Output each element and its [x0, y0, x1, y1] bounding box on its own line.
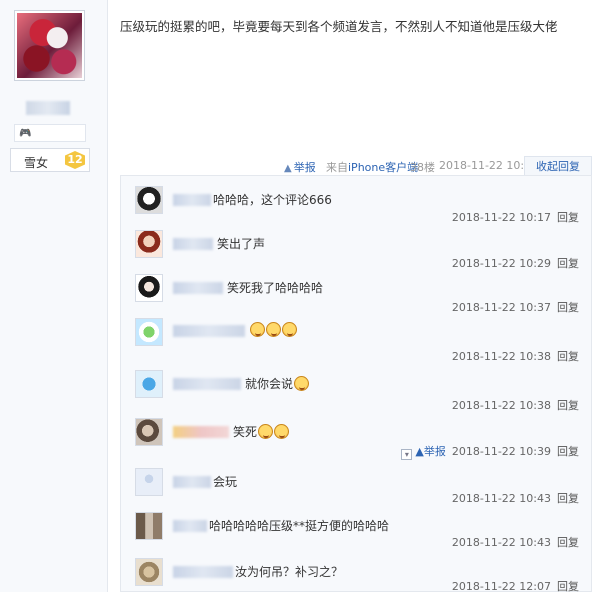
reply-avatar[interactable] — [135, 512, 163, 540]
reply-meta: 2018-11-22 12:07 回复 — [452, 578, 579, 592]
reply-content: 汝为何吊？补习之？ — [235, 565, 344, 579]
floor-number: 38楼 — [410, 161, 435, 174]
reply-content: 笑出了声 — [217, 237, 266, 251]
reply-content: 就你会说 — [245, 375, 310, 392]
author-avatar[interactable] — [14, 10, 85, 81]
reply-button[interactable]: 回复 — [557, 445, 579, 458]
reply-item: 哈哈哈哈哈压级**挺方便的哈哈哈 2018-11-22 10:43 回复 — [121, 502, 593, 549]
reply-username-blurred[interactable] — [173, 566, 233, 578]
report-link[interactable]: ▲ 举报 — [284, 159, 316, 175]
reply-username-blurred[interactable] — [173, 282, 223, 294]
level-box[interactable]: 雪女 12 — [10, 148, 90, 172]
reply-content: 笑死 — [233, 423, 290, 440]
reply-item: 笑死我了哈哈哈哈 2018-11-22 10:37 回复 — [121, 264, 593, 314]
report-label: 举报 — [293, 161, 316, 174]
reply-username-blurred[interactable] — [173, 520, 207, 532]
reply-item: 2018-11-22 10:38 回复 — [121, 308, 593, 363]
emoji-icon — [266, 322, 281, 337]
reply-avatar[interactable] — [135, 468, 163, 496]
reply-text: 就你会说 — [245, 377, 294, 391]
author-badge-box: 🎮 — [14, 124, 86, 142]
reply-avatar[interactable] — [135, 370, 163, 398]
emoji-icon — [258, 424, 274, 439]
emoji-icon — [294, 376, 310, 391]
emoji-icon — [282, 322, 297, 337]
reply-time: 2018-11-22 10:39 — [451, 445, 551, 458]
post-source: 来自iPhone客户端 — [326, 159, 418, 175]
fire-badge-icon[interactable]: 🎮 — [19, 128, 31, 139]
reply-emojis — [249, 322, 297, 337]
reply-item: 会玩 2018-11-22 10:43 回复 — [121, 458, 593, 505]
emoji-icon — [274, 424, 290, 439]
reply-list: 哈哈哈，这个评论666 2018-11-22 10:17 回复 笑出了声 2018… — [120, 175, 592, 592]
level-title: 雪女 — [24, 156, 49, 170]
reply-time: 2018-11-22 12:07 — [451, 580, 551, 592]
reply-item: 哈哈哈，这个评论666 2018-11-22 10:17 回复 — [121, 176, 593, 224]
reply-text: 笑死 — [233, 425, 258, 439]
reply-content: 哈哈哈，这个评论666 — [213, 193, 332, 207]
anime-avatar-image — [17, 13, 82, 78]
reply-item: 就你会说 2018-11-22 10:38 回复 — [121, 360, 593, 412]
reply-username-blurred[interactable] — [173, 476, 211, 488]
reply-username-blurred[interactable] — [173, 238, 213, 250]
reply-item: 笑出了声 2018-11-22 10:29 回复 — [121, 220, 593, 270]
reply-username-blurred[interactable] — [173, 426, 229, 438]
reply-avatar[interactable] — [135, 558, 163, 586]
report-label: 举报 — [423, 445, 446, 458]
reply-report-link[interactable]: ▲举报 — [415, 445, 445, 458]
source-prefix: 来自 — [326, 161, 348, 174]
source-link[interactable]: iPhone客户端 — [348, 161, 418, 174]
reply-avatar[interactable] — [135, 418, 163, 446]
reply-item: 笑死 ▾ ▲举报 2018-11-22 10:39 回复 — [121, 408, 593, 460]
author-panel: 🎮 雪女 12 — [0, 0, 108, 592]
reply-username-blurred[interactable] — [173, 325, 245, 337]
reply-content: 哈哈哈哈哈压级**挺方便的哈哈哈 — [209, 519, 390, 533]
warning-icon: ▲ — [415, 445, 424, 458]
reply-avatar[interactable] — [135, 318, 163, 346]
post-content: 压级玩的挺累的吧，毕竟要每天到各个频道发言，不然别人不知道他是压级大佬 — [120, 19, 558, 34]
reply-button[interactable]: 回复 — [557, 580, 579, 592]
level-badge: 12 — [65, 151, 85, 169]
reply-username-blurred[interactable] — [173, 194, 211, 206]
reply-avatar[interactable] — [135, 186, 163, 214]
reply-item: 汝为何吊？补习之？ 2018-11-22 12:07 回复 — [121, 548, 593, 592]
reply-avatar[interactable] — [135, 274, 163, 302]
post-tail: ▲ 举报 来自iPhone客户端 38楼 2018-11-22 10:14 收起回… — [120, 156, 592, 178]
author-name-blurred[interactable] — [26, 101, 70, 115]
warning-icon: ▲ — [284, 163, 292, 174]
emoji-icon — [250, 322, 265, 337]
reply-content: 笑死我了哈哈哈哈 — [227, 281, 324, 295]
reply-content: 会玩 — [213, 475, 238, 489]
reply-username-blurred[interactable] — [173, 378, 241, 390]
reply-avatar[interactable] — [135, 230, 163, 258]
